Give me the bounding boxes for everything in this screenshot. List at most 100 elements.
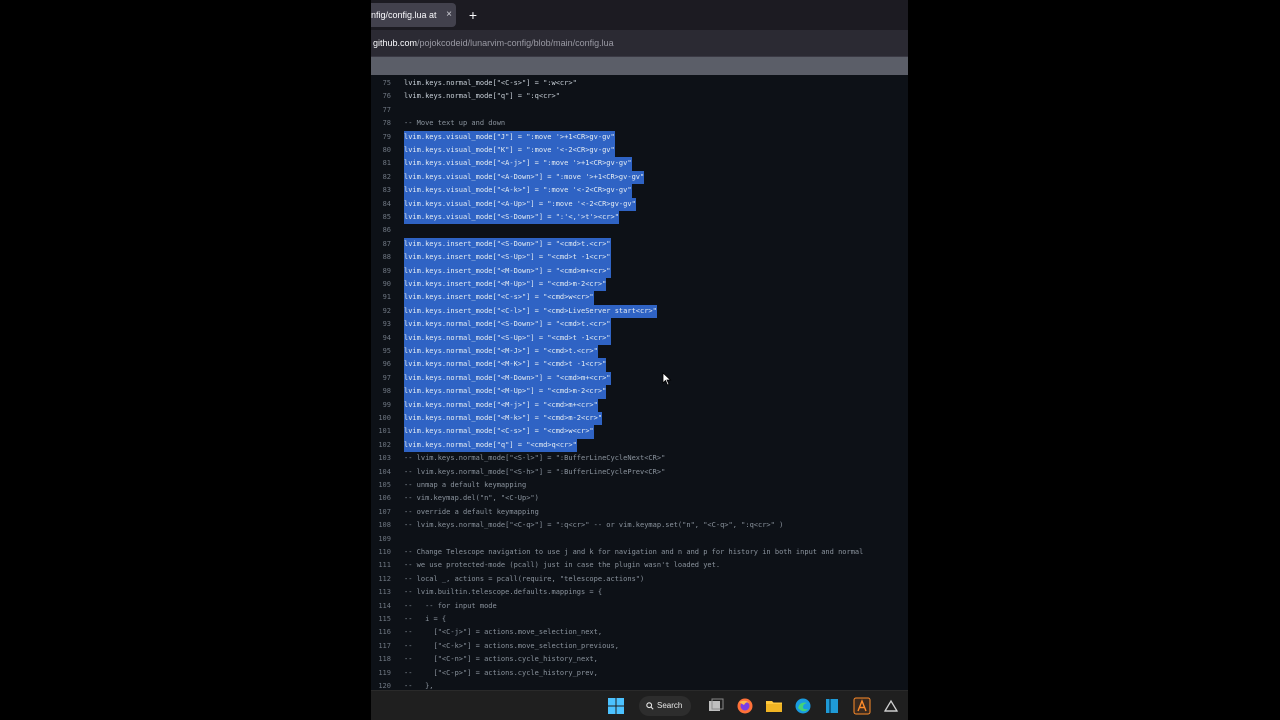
page-header-strip [371, 57, 908, 75]
code-line: 75 lvim.keys.normal_mode["<C-s>"] = ":w<c… [371, 77, 908, 90]
code-line: 76 lvim.keys.normal_mode["q"] = ":q<cr>" [371, 90, 908, 103]
selected-code-text: lvim.keys.insert_mode["<S-Up>"] = "<cmd>… [404, 251, 611, 265]
line-number[interactable]: 95 [371, 345, 391, 358]
line-number[interactable]: 94 [371, 332, 391, 345]
code-line: 80 lvim.keys.visual_mode["K"] = ":move '<… [371, 144, 908, 158]
code-line: 110 -- Change Telescope navigation to use… [371, 546, 908, 559]
task-view-icon[interactable] [707, 697, 725, 715]
line-number[interactable]: 75 [371, 77, 391, 90]
code-line: 95 lvim.keys.normal_mode["<M-J>"] = "<cmd… [371, 345, 908, 359]
editor-icon[interactable] [823, 697, 841, 715]
edge-icon[interactable] [794, 697, 812, 715]
code-view[interactable]: 75 lvim.keys.normal_mode["<C-s>"] = ":w<c… [371, 75, 908, 690]
line-number[interactable]: 90 [371, 278, 391, 291]
line-number[interactable]: 108 [371, 519, 391, 532]
line-number[interactable]: 118 [371, 653, 391, 666]
line-number[interactable]: 110 [371, 546, 391, 559]
line-number[interactable]: 115 [371, 613, 391, 626]
code-line: 101 lvim.keys.normal_mode["<C-s>"] = "<cm… [371, 425, 908, 439]
selected-code-text: lvim.keys.normal_mode["<M-k>"] = "<cmd>m… [404, 412, 603, 426]
line-number[interactable]: 86 [371, 224, 391, 237]
line-number[interactable]: 114 [371, 600, 391, 613]
windows-start-icon[interactable] [607, 697, 625, 715]
code-line: 87 lvim.keys.insert_mode["<S-Down>"] = "<… [371, 237, 908, 252]
code-line: 107 -- override a default keymapping [371, 506, 908, 519]
code-line: 109 [371, 533, 908, 546]
selected-code-text: lvim.keys.normal_mode["<M-Up>"] = "<cmd>… [404, 385, 607, 399]
code-line: 81 lvim.keys.visual_mode["<A-j>"] = ":mov… [371, 157, 908, 171]
line-number[interactable]: 100 [371, 412, 391, 425]
selected-code-text: lvim.keys.visual_mode["<S-Down>"] = ":'<… [404, 211, 619, 225]
browser-tab[interactable]: nfig/config.lua at × [371, 3, 456, 27]
code-line: 84 lvim.keys.visual_mode["<A-Up>"] = ":mo… [371, 197, 908, 211]
file-explorer-icon[interactable] [765, 697, 783, 715]
selected-code-text: lvim.keys.normal_mode["<S-Up>"] = "<cmd>… [404, 331, 611, 345]
code-text: -- lvim.keys.normal_mode["<S-h>"] = ":Bu… [404, 467, 666, 476]
address-bar[interactable]: github.com/pojokcodeid/lunarvim-config/b… [371, 30, 908, 57]
code-text: lvim.keys.normal_mode["<C-s>"] = ":w<cr>… [404, 79, 577, 87]
line-number[interactable]: 103 [371, 452, 391, 465]
line-number[interactable]: 91 [371, 291, 391, 304]
line-number[interactable]: 119 [371, 667, 391, 680]
code-line: 77 [371, 104, 908, 117]
line-number[interactable]: 97 [371, 372, 391, 385]
line-number[interactable]: 102 [371, 439, 391, 452]
code-line: 115 -- i = { [371, 613, 908, 626]
code-line: 83 lvim.keys.visual_mode["<A-k>"] = ":mov… [371, 184, 908, 198]
line-number[interactable]: 79 [371, 131, 391, 144]
line-number[interactable]: 116 [371, 626, 391, 639]
code-text: -- unmap a default keymapping [404, 481, 527, 489]
selected-code-text: lvim.keys.visual_mode["J"] = ":move '>+1… [404, 130, 615, 144]
line-number[interactable]: 87 [371, 238, 391, 251]
line-number[interactable]: 78 [371, 117, 391, 130]
line-number[interactable]: 111 [371, 559, 391, 572]
taskbar-search-button[interactable]: Search [639, 696, 691, 716]
close-tab-icon[interactable]: × [446, 3, 452, 27]
code-line: 108 -- lvim.keys.normal_mode["<C-q>"] = "… [371, 519, 908, 532]
selected-code-text: lvim.keys.visual_mode["<A-k>"] = ":move … [404, 184, 632, 198]
code-line: 100 lvim.keys.normal_mode["<M-k>"] = "<cm… [371, 412, 908, 426]
line-number[interactable]: 112 [371, 573, 391, 586]
line-number[interactable]: 99 [371, 399, 391, 412]
line-number[interactable]: 106 [371, 492, 391, 505]
line-number[interactable]: 101 [371, 425, 391, 438]
code-line: 112 -- local _, actions = pcall(require, … [371, 573, 908, 586]
firefox-icon[interactable] [736, 697, 754, 715]
new-tab-button[interactable]: + [464, 6, 482, 24]
line-number[interactable]: 93 [371, 318, 391, 331]
line-number[interactable]: 117 [371, 640, 391, 653]
code-line: 90 lvim.keys.insert_mode["<M-Up>"] = "<cm… [371, 278, 908, 292]
line-number[interactable]: 92 [371, 305, 391, 318]
code-text: -- lvim.keys.normal_mode["<C-q>"] = ":q<… [404, 521, 784, 530]
line-number[interactable]: 109 [371, 533, 391, 546]
line-number[interactable]: 105 [371, 479, 391, 492]
line-number[interactable]: 89 [371, 265, 391, 278]
line-number[interactable]: 120 [371, 680, 391, 690]
selected-code-text: lvim.keys.visual_mode["<A-j>"] = ":move … [404, 157, 632, 171]
code-line: 120 -- }, [371, 680, 908, 690]
selected-code-text: lvim.keys.insert_mode["<M-Down>"] = "<cm… [404, 264, 611, 278]
line-number[interactable]: 82 [371, 171, 391, 184]
url-host: github.com [373, 38, 418, 48]
line-number[interactable]: 85 [371, 211, 391, 224]
line-number[interactable]: 96 [371, 358, 391, 371]
line-number[interactable]: 77 [371, 104, 391, 117]
line-number[interactable]: 98 [371, 385, 391, 398]
system-tray-icon[interactable] [882, 697, 900, 715]
browser-window: nfig/config.lua at × + github.com/pojokc… [371, 0, 908, 720]
line-number[interactable]: 84 [371, 198, 391, 211]
line-number[interactable]: 83 [371, 184, 391, 197]
url-field[interactable]: github.com/pojokcodeid/lunarvim-config/b… [373, 33, 908, 53]
line-number[interactable]: 88 [371, 251, 391, 264]
app-icon[interactable] [853, 697, 871, 715]
line-number[interactable]: 81 [371, 157, 391, 170]
tab-title: nfig/config.lua at [371, 10, 437, 20]
line-number[interactable]: 76 [371, 90, 391, 103]
line-number[interactable]: 113 [371, 586, 391, 599]
tab-bar: nfig/config.lua at × + [371, 0, 908, 30]
selected-code-text: lvim.keys.normal_mode["<M-J>"] = "<cmd>t… [404, 345, 598, 359]
code-text: -- Move text up and down [404, 119, 506, 128]
line-number[interactable]: 107 [371, 506, 391, 519]
line-number[interactable]: 80 [371, 144, 391, 157]
line-number[interactable]: 104 [371, 466, 391, 479]
